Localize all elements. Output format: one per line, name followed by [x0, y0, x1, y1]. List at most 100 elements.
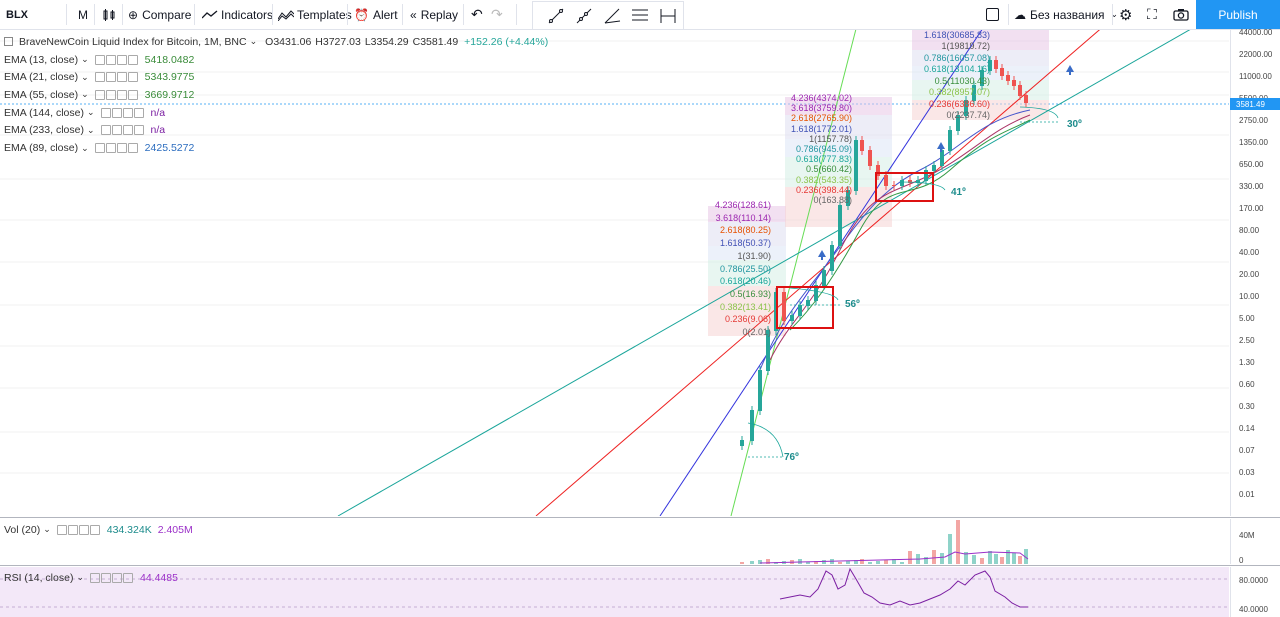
symbol-search[interactable]: BLX	[6, 0, 28, 29]
snapshot-button[interactable]	[1173, 0, 1189, 29]
indicator-legend[interactable]: EMA (89, close) ⌄ 2425.5272	[4, 141, 194, 156]
volume-pane[interactable]: Vol (20) ⌄ 434.324K 2.405M	[0, 519, 1229, 564]
main-chart-pane[interactable]: 4.236(128.61) 3.618(110.14) 2.618(80.25) 1.…	[0, 30, 1229, 516]
legend-buttons[interactable]	[94, 54, 139, 65]
axis-tick: 650.00	[1239, 160, 1264, 169]
volume-bar	[822, 560, 826, 564]
legend-buttons[interactable]	[100, 125, 145, 136]
ohlc-change: +152.26 (+4.44%)	[464, 35, 549, 48]
chart-type-button[interactable]	[102, 0, 116, 29]
settings-button[interactable]: ⚙	[1119, 0, 1132, 29]
ray-icon[interactable]	[575, 7, 593, 25]
interval-button[interactable]: M	[78, 0, 88, 29]
fib-level-label: 0.786(25.50)	[719, 263, 771, 274]
pane-separator[interactable]	[0, 517, 1280, 518]
axis-tick: 20.00	[1239, 270, 1260, 279]
legend-buttons[interactable]	[94, 89, 139, 100]
redo-button[interactable]: ↷	[491, 0, 503, 29]
divider	[66, 4, 67, 25]
trend-line-icon[interactable]	[547, 7, 565, 25]
legend-buttons[interactable]	[56, 524, 101, 535]
ohlc-high: H3727.03	[315, 35, 361, 48]
rsi-value: 44.4485	[140, 571, 178, 584]
alert-button[interactable]: ⏰ Alert	[354, 0, 398, 29]
gear-icon: ⚙	[1119, 6, 1133, 24]
indicator-value: 2425.5272	[144, 142, 195, 154]
indicator-legend[interactable]: EMA (21, close) ⌄ 5343.9775	[4, 70, 194, 85]
chevron-down-icon[interactable]: ⌄	[76, 572, 84, 583]
chevron-down-icon[interactable]: ⌄	[81, 54, 89, 65]
legend-buttons[interactable]	[94, 143, 139, 153]
layout-name-button[interactable]: ☁ Без названия ⌄	[1014, 0, 1118, 29]
legend-buttons[interactable]	[100, 107, 145, 118]
legend-buttons[interactable]	[94, 72, 139, 83]
chevron-down-icon[interactable]: ⌄	[81, 143, 89, 154]
fib-level-label: 4.236(4374.02)	[790, 93, 852, 103]
fib-level-label: 3.618(3759.80)	[790, 103, 852, 114]
volume-bar	[908, 551, 912, 564]
axis-tick: 2.50	[1239, 336, 1255, 345]
legend-buttons[interactable]	[90, 572, 134, 583]
axis-tick: 22000.00	[1239, 50, 1273, 59]
axis-tick: 40.0000	[1239, 605, 1268, 614]
undo-button[interactable]: ↶	[471, 0, 483, 29]
main-series-legend[interactable]: BraveNewCoin Liquid Index for Bitcoin, 1…	[4, 34, 548, 49]
square-icon	[986, 8, 999, 21]
indicator-value: 3669.9712	[144, 88, 195, 101]
chevron-down-icon[interactable]: ⌄	[250, 36, 258, 47]
collapse-icon[interactable]	[4, 37, 13, 46]
divider	[402, 4, 403, 25]
price-chart-canvas[interactable]	[0, 30, 1229, 516]
candle-body	[790, 315, 794, 321]
compare-label: Compare	[142, 7, 192, 22]
up-arrow-icon	[1066, 65, 1074, 72]
candle-body	[798, 305, 802, 316]
indicators-button[interactable]: Indicators	[202, 0, 273, 29]
volume-axis[interactable]: 40M 0	[1230, 519, 1280, 565]
cloud-icon: ☁	[1014, 7, 1026, 22]
chevron-down-icon[interactable]: ⌄	[43, 524, 51, 535]
fib-level-label: 0.5(11030.43)	[934, 75, 990, 86]
volume-bar	[932, 550, 936, 564]
publish-button[interactable]: Publish	[1196, 0, 1280, 29]
divider	[1008, 4, 1009, 25]
chevron-down-icon[interactable]: ⌄	[81, 72, 89, 83]
fib-retracement-icon[interactable]	[631, 7, 649, 25]
fib-level-label: 1.618(1772.01)	[790, 123, 852, 134]
replay-button[interactable]: «Replay	[410, 0, 458, 29]
fib-level-label: 3.618(110.14)	[715, 212, 771, 223]
indicator-legend[interactable]: EMA (144, close) ⌄ n/a	[4, 105, 165, 120]
axis-tick: 80.0000	[1239, 576, 1268, 585]
fullscreen-checkbox[interactable]	[986, 0, 999, 29]
chevron-down-icon[interactable]: ⌄	[81, 89, 89, 100]
fib-level-label: 1(19819.72)	[941, 41, 990, 51]
templates-button[interactable]: Templates	[278, 0, 352, 29]
fullscreen-button[interactable]: ⛶	[1147, 0, 1157, 29]
volume-bar	[1018, 556, 1022, 564]
indicator-legend[interactable]: EMA (13, close) ⌄ 5418.0482	[4, 52, 194, 67]
axis-tick: 40M	[1239, 531, 1255, 540]
chevron-down-icon[interactable]: ⌄	[87, 107, 95, 118]
candle-body	[854, 140, 858, 191]
fib-level-label: 2.618(2765.90)	[790, 113, 852, 124]
volume-bar	[956, 520, 960, 564]
indicator-legend[interactable]: EMA (233, close) ⌄ n/a	[4, 123, 165, 138]
rsi-pane[interactable]: RSI (14, close) ⌄ 44.4485	[0, 567, 1229, 617]
rsi-legend[interactable]: RSI (14, close) ⌄ 44.4485	[4, 570, 178, 585]
pane-separator[interactable]	[0, 565, 1280, 566]
axis-tick: 330.00	[1239, 182, 1264, 191]
candle-body	[830, 245, 834, 271]
gann-fan-icon[interactable]	[603, 7, 621, 25]
candle-body	[740, 440, 744, 446]
indicator-label: EMA (89, close)	[4, 142, 79, 154]
indicator-legend[interactable]: EMA (55, close) ⌄ 3669.9712	[4, 87, 194, 102]
date-range-icon[interactable]	[659, 7, 677, 25]
volume-legend[interactable]: Vol (20) ⌄ 434.324K 2.405M	[4, 522, 193, 537]
axis-tick: 0.07	[1239, 446, 1255, 455]
layout-name: Без названия	[1030, 7, 1105, 22]
fib-level-label: 0.618(20.46)	[719, 276, 771, 287]
volume-bar	[876, 561, 880, 564]
chevron-down-icon[interactable]: ⌄	[87, 125, 95, 136]
rsi-axis[interactable]: 80.0000 40.0000	[1230, 567, 1280, 617]
compare-button[interactable]: ⊕ Compare	[128, 0, 191, 29]
